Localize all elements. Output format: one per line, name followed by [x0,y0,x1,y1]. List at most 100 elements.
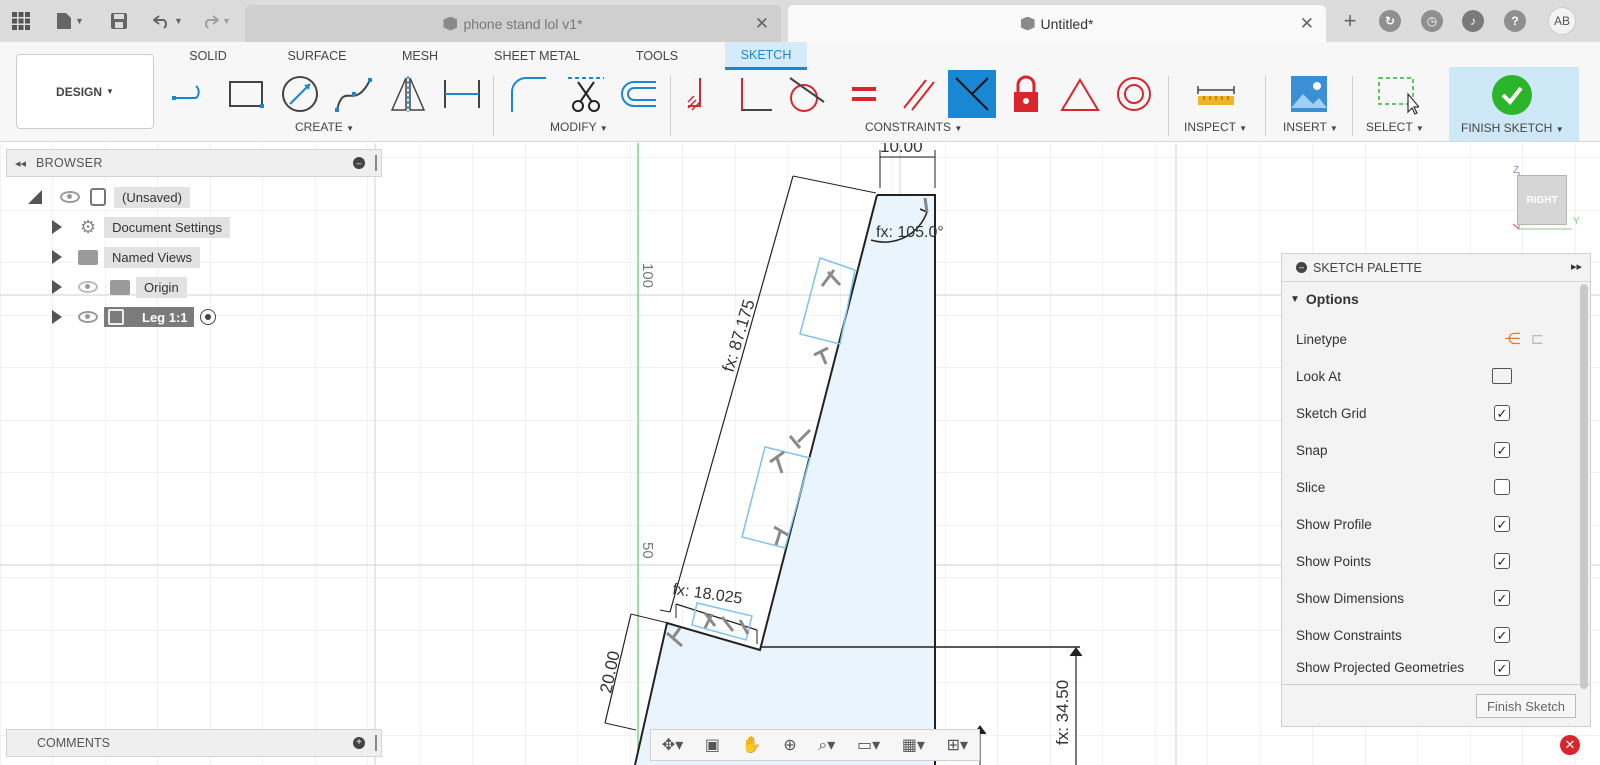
minimize-icon[interactable]: – [1296,262,1307,273]
tree-item-document-settings[interactable]: ⚙ Document Settings [52,215,230,239]
display-settings-icon[interactable]: ▭▾ [857,735,880,755]
select-group-label[interactable]: SELECT ▼ [1366,120,1424,134]
centerline-linetype-icon[interactable]: ⊏ [1531,329,1544,349]
tree-item-label: Document Settings [104,216,230,238]
file-menu-icon[interactable]: ▼ [52,8,88,34]
expand-triangle-icon[interactable] [52,310,62,324]
tab-mesh[interactable]: MESH [398,42,442,70]
create-group-label[interactable]: CREATE ▼ [295,120,354,134]
select-tool-icon[interactable] [1373,70,1421,118]
show-projected-geometries-checkbox[interactable]: ✓ [1494,660,1510,676]
avatar[interactable]: AB [1548,7,1576,35]
hidden-eye-icon[interactable] [78,281,98,293]
orbit-icon[interactable]: ✥▾ [662,735,683,755]
modify-group-label[interactable]: MODIFY ▼ [550,120,608,134]
tab-sketch[interactable]: SKETCH [725,42,807,70]
spline-tool-icon[interactable] [330,70,378,118]
fix-constraint-icon[interactable] [1002,70,1050,118]
redo-icon[interactable]: ▼ [198,8,234,34]
midpoint-constraint-icon[interactable] [948,70,996,118]
close-error-icon[interactable]: ✕ [1560,735,1580,755]
coincident-constraint-icon[interactable] [678,70,726,118]
viewports-icon[interactable]: ⊞▾ [947,735,968,755]
perpendicular-constraint-icon[interactable] [730,70,778,118]
slice-checkbox[interactable] [1494,479,1510,495]
symmetry-constraint-icon[interactable] [1056,70,1104,118]
visibility-eye-icon[interactable] [78,311,98,323]
pan-icon[interactable]: ✋ [742,735,762,755]
finish-sketch-button[interactable]: FINISH SKETCH ▼ [1449,67,1579,141]
minimize-icon[interactable]: – [353,157,365,169]
offset-tool-icon[interactable] [614,70,662,118]
show-dimensions-checkbox[interactable]: ✓ [1494,590,1510,606]
activate-radio-icon[interactable] [199,309,216,325]
palette-scrollbar[interactable] [1580,284,1588,689]
tab-solid[interactable]: SOLID [183,42,233,70]
undo-icon[interactable]: ▼ [150,8,186,34]
palette-finish-sketch-button[interactable]: Finish Sketch [1476,694,1576,718]
expand-triangle-icon[interactable] [52,250,62,264]
show-constraints-checkbox[interactable]: ✓ [1494,627,1510,643]
grid-settings-icon[interactable]: ▦▾ [902,735,925,755]
concentric-constraint-icon[interactable] [1110,70,1158,118]
mirror-tool-icon[interactable] [384,70,432,118]
tree-root[interactable]: (Unsaved) [28,185,190,209]
constraints-group-label[interactable]: CONSTRAINTS ▼ [865,120,962,134]
viewcube[interactable]: RIGHT [1517,175,1567,225]
tangent-constraint-icon[interactable] [782,70,830,118]
dim-top-width: 10.00 [880,143,923,156]
line-tool-icon[interactable] [168,70,216,118]
close-tab-icon[interactable]: ✕ [755,14,769,34]
chevron-down-icon: ▼ [1290,293,1300,305]
close-tab-icon[interactable]: ✕ [1300,14,1314,34]
new-tab-icon[interactable]: + [1337,8,1363,34]
tab-phone-stand[interactable]: phone stand lol v1* ✕ [245,5,781,42]
options-section[interactable]: ▼ Options [1282,282,1590,316]
sketch-grid-checkbox[interactable]: ✓ [1494,405,1510,421]
extensions-icon[interactable]: ↻ [1379,10,1401,32]
fillet-tool-icon[interactable] [504,70,552,118]
trim-tool-icon[interactable] [562,70,610,118]
app-grid-icon[interactable] [8,8,34,34]
notifications-icon[interactable]: ♪ [1462,10,1484,32]
expand-triangle-icon[interactable] [52,280,62,294]
expand-triangle-icon[interactable] [52,220,62,234]
look-at-icon[interactable]: ▣ [705,735,720,755]
expand-palette-icon[interactable]: ▸▸ [1571,260,1582,273]
fit-icon[interactable]: ⌕▾ [818,735,835,755]
insert-group-label[interactable]: INSERT ▼ [1283,120,1338,134]
save-icon[interactable] [108,8,130,34]
circle-tool-icon[interactable] [276,70,324,118]
visibility-eye-icon[interactable] [60,191,80,203]
measure-tool-icon[interactable] [1192,70,1240,118]
panel-grip-icon[interactable] [375,155,377,171]
tab-tools[interactable]: TOOLS [629,42,685,70]
add-comment-icon[interactable]: + [353,737,365,749]
parallel-constraint-icon[interactable] [894,70,942,118]
rectangle-tool-icon[interactable] [222,70,270,118]
collapse-panel-icon[interactable]: ◂◂ [15,157,26,170]
inspect-group-label[interactable]: INSPECT ▼ [1184,120,1247,134]
show-profile-checkbox[interactable]: ✓ [1494,516,1510,532]
panel-grip-icon[interactable] [375,735,377,751]
workspace-switcher[interactable]: DESIGN ▼ [16,54,154,129]
equal-constraint-icon[interactable] [840,70,888,118]
tree-item-named-views[interactable]: Named Views [52,245,200,269]
construction-linetype-icon[interactable]: ⋲ [1505,329,1521,349]
tree-item-origin[interactable]: Origin [52,275,187,299]
sketch-palette: – SKETCH PALETTE ▸▸ ▼ Options Linetype ⋲… [1281,253,1591,727]
tab-untitled[interactable]: Untitled* ✕ [788,5,1326,42]
job-status-icon[interactable]: ◷ [1421,10,1443,32]
dimension-tool-icon[interactable] [438,70,486,118]
look-at-icon[interactable] [1492,368,1512,384]
snap-checkbox[interactable]: ✓ [1494,442,1510,458]
option-label: Look At [1296,368,1342,384]
collapse-triangle-icon[interactable] [28,190,42,204]
zoom-icon[interactable]: ⊕ [783,735,796,755]
help-icon[interactable]: ? [1504,10,1526,32]
show-points-checkbox[interactable]: ✓ [1494,553,1510,569]
tree-item-leg[interactable]: Leg 1:1 [52,305,216,329]
insert-image-icon[interactable] [1285,70,1333,118]
tab-sheet-metal[interactable]: SHEET METAL [490,42,584,70]
tab-surface[interactable]: SURFACE [277,42,357,70]
